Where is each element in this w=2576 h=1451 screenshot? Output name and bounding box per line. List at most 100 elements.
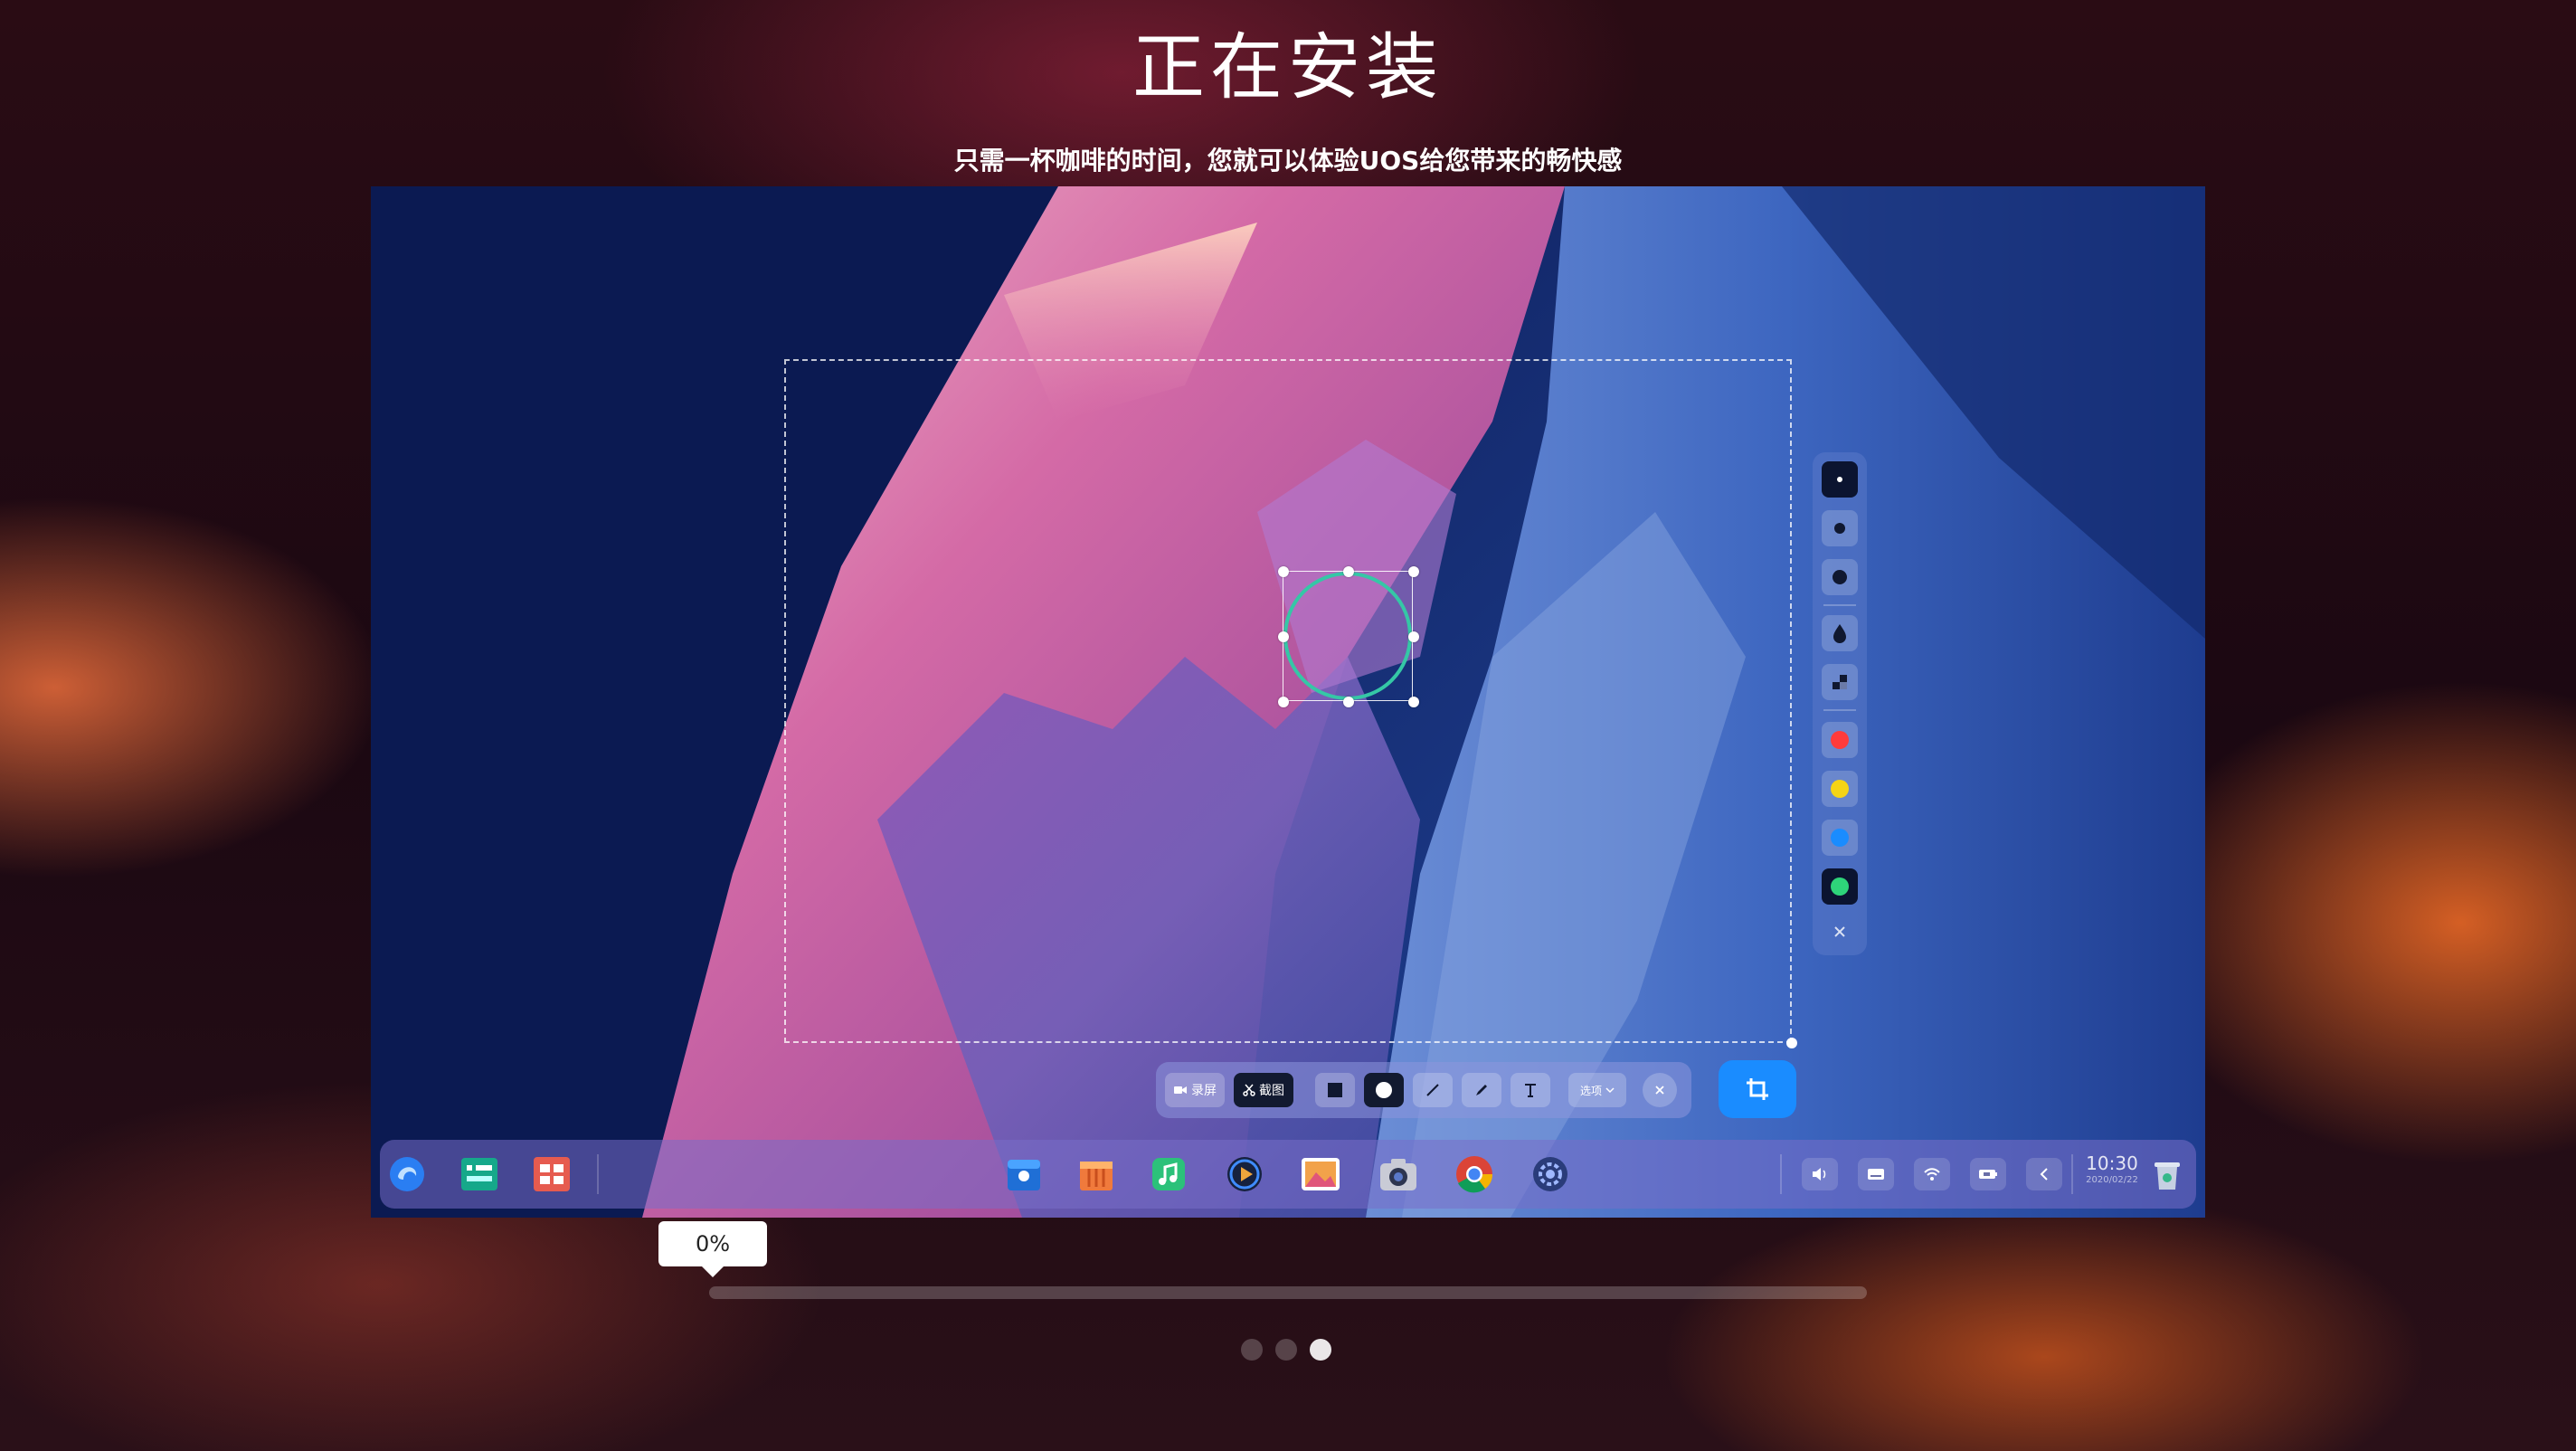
- tray-network-button[interactable]: [1914, 1158, 1950, 1190]
- launcher-logo-icon: [390, 1157, 424, 1191]
- thickness-large-button[interactable]: [1822, 559, 1858, 595]
- screenshot-mode-label: 截图: [1259, 1084, 1284, 1098]
- palette-divider: [1823, 709, 1856, 711]
- workspace-icon[interactable]: [530, 1152, 573, 1196]
- dock-divider: [2071, 1154, 2073, 1194]
- thickness-large-icon: [1833, 570, 1847, 584]
- color-yellow-button[interactable]: [1822, 771, 1858, 807]
- folder-icon: [1008, 1160, 1040, 1190]
- camera-app-icon[interactable]: [1377, 1152, 1420, 1196]
- play-icon: [1227, 1157, 1262, 1191]
- record-mode-label: 录屏: [1191, 1084, 1217, 1098]
- multitask-icon: [461, 1158, 497, 1190]
- tray-expand-button[interactable]: [2026, 1158, 2062, 1190]
- thickness-medium-icon: [1834, 523, 1845, 534]
- trash-icon[interactable]: [2145, 1152, 2189, 1196]
- tray-volume-button[interactable]: [1802, 1158, 1838, 1190]
- text-tool-button[interactable]: [1511, 1073, 1550, 1107]
- resize-handle-t[interactable]: [1343, 566, 1354, 577]
- chrome-icon: [1456, 1156, 1492, 1193]
- color-red-button[interactable]: [1822, 722, 1858, 758]
- selection-resize-handle[interactable]: [1786, 1038, 1797, 1048]
- dock-divider: [1780, 1154, 1782, 1194]
- record-mode-button[interactable]: 录屏: [1165, 1073, 1225, 1107]
- chrome-browser-icon[interactable]: [1453, 1152, 1496, 1196]
- dock-clock[interactable]: 10:30 2020/02/22: [2080, 1152, 2144, 1187]
- line-tool-button[interactable]: [1413, 1073, 1453, 1107]
- workspace-grid-icon: [534, 1157, 570, 1191]
- screenshot-mode-button[interactable]: 截图: [1234, 1073, 1293, 1107]
- circle-outline: [1283, 572, 1412, 700]
- thickness-small-icon: [1837, 477, 1842, 482]
- app-store-icon[interactable]: [1075, 1152, 1118, 1196]
- video-camera-icon: [1174, 1086, 1187, 1094]
- annotation-style-palette: [1813, 452, 1867, 955]
- close-icon: [1834, 926, 1845, 937]
- color-red-swatch: [1831, 731, 1849, 749]
- image-viewer-icon[interactable]: [1299, 1152, 1342, 1196]
- rectangle-icon: [1328, 1083, 1342, 1097]
- mosaic-button[interactable]: [1822, 664, 1858, 700]
- control-center-icon[interactable]: [1529, 1152, 1572, 1196]
- pen-tool-button[interactable]: [1462, 1073, 1501, 1107]
- music-note-icon: [1152, 1158, 1185, 1190]
- pen-icon: [1476, 1085, 1487, 1095]
- ellipse-icon: [1376, 1082, 1392, 1098]
- ellipse-tool-button[interactable]: [1364, 1073, 1404, 1107]
- progress-percent-tooltip: 0%: [658, 1221, 767, 1277]
- resize-handle-l[interactable]: [1278, 631, 1289, 642]
- taskbar-dock: 10:30 2020/02/22: [380, 1140, 2196, 1209]
- keyboard-icon: [1868, 1169, 1884, 1180]
- launcher-icon[interactable]: [385, 1152, 429, 1196]
- resize-handle-br[interactable]: [1408, 697, 1419, 707]
- photo-icon: [1302, 1158, 1340, 1190]
- multitask-view-icon[interactable]: [458, 1152, 501, 1196]
- camera-icon: [1380, 1159, 1416, 1190]
- tray-keyboard-button[interactable]: [1858, 1158, 1894, 1190]
- palette-close-button[interactable]: [1822, 914, 1858, 950]
- thickness-small-button[interactable]: [1822, 461, 1858, 498]
- line-icon: [1426, 1084, 1439, 1096]
- scissors-icon: [1243, 1084, 1255, 1096]
- text-icon: [1525, 1084, 1536, 1097]
- music-player-icon[interactable]: [1147, 1152, 1190, 1196]
- file-manager-icon[interactable]: [1002, 1152, 1046, 1196]
- blur-button[interactable]: [1822, 615, 1858, 651]
- close-icon: [1655, 1086, 1664, 1095]
- clock-time: 10:30: [2086, 1152, 2138, 1174]
- options-dropdown[interactable]: 选项: [1568, 1073, 1626, 1107]
- page-title: 正在安装: [1132, 25, 1444, 109]
- battery-icon: [1979, 1170, 1997, 1179]
- rectangle-tool-button[interactable]: [1315, 1073, 1355, 1107]
- pagination-dot[interactable]: [1275, 1339, 1297, 1361]
- thickness-medium-button[interactable]: [1822, 510, 1858, 546]
- speaker-icon: [1813, 1168, 1826, 1181]
- resize-handle-tr[interactable]: [1408, 566, 1419, 577]
- color-blue-swatch: [1831, 829, 1849, 847]
- crop-icon: [1747, 1078, 1768, 1100]
- page-subtitle: 只需一杯咖啡的时间，您就可以体验UOS给您带来的畅快感: [953, 146, 1623, 175]
- options-label: 选项: [1579, 1084, 1602, 1097]
- palette-divider: [1823, 604, 1856, 606]
- resize-handle-tl[interactable]: [1278, 566, 1289, 577]
- toolbar-close-button[interactable]: [1643, 1073, 1677, 1107]
- color-blue-button[interactable]: [1822, 820, 1858, 856]
- resize-handle-bl[interactable]: [1278, 697, 1289, 707]
- tray-battery-button[interactable]: [1970, 1158, 2006, 1190]
- pagination-dot[interactable]: [1241, 1339, 1263, 1361]
- install-progress-bar: [709, 1286, 1867, 1299]
- drop-icon: [1833, 624, 1846, 643]
- confirm-crop-button[interactable]: [1719, 1060, 1796, 1118]
- annotation-circle[interactable]: [1278, 566, 1419, 707]
- pagination-dot[interactable]: [1310, 1339, 1331, 1361]
- store-bag-icon: [1080, 1162, 1113, 1190]
- clock-date: 2020/02/22: [2086, 1175, 2138, 1185]
- resize-handle-r[interactable]: [1408, 631, 1419, 642]
- screenshot-toolbar: 录屏 截图 选项: [1156, 1062, 1691, 1118]
- mosaic-icon: [1833, 675, 1847, 689]
- wifi-icon: [1924, 1168, 1940, 1181]
- chevron-down-icon: [1605, 1087, 1615, 1094]
- color-green-button[interactable]: [1822, 868, 1858, 905]
- video-player-icon[interactable]: [1223, 1152, 1266, 1196]
- resize-handle-b[interactable]: [1343, 697, 1354, 707]
